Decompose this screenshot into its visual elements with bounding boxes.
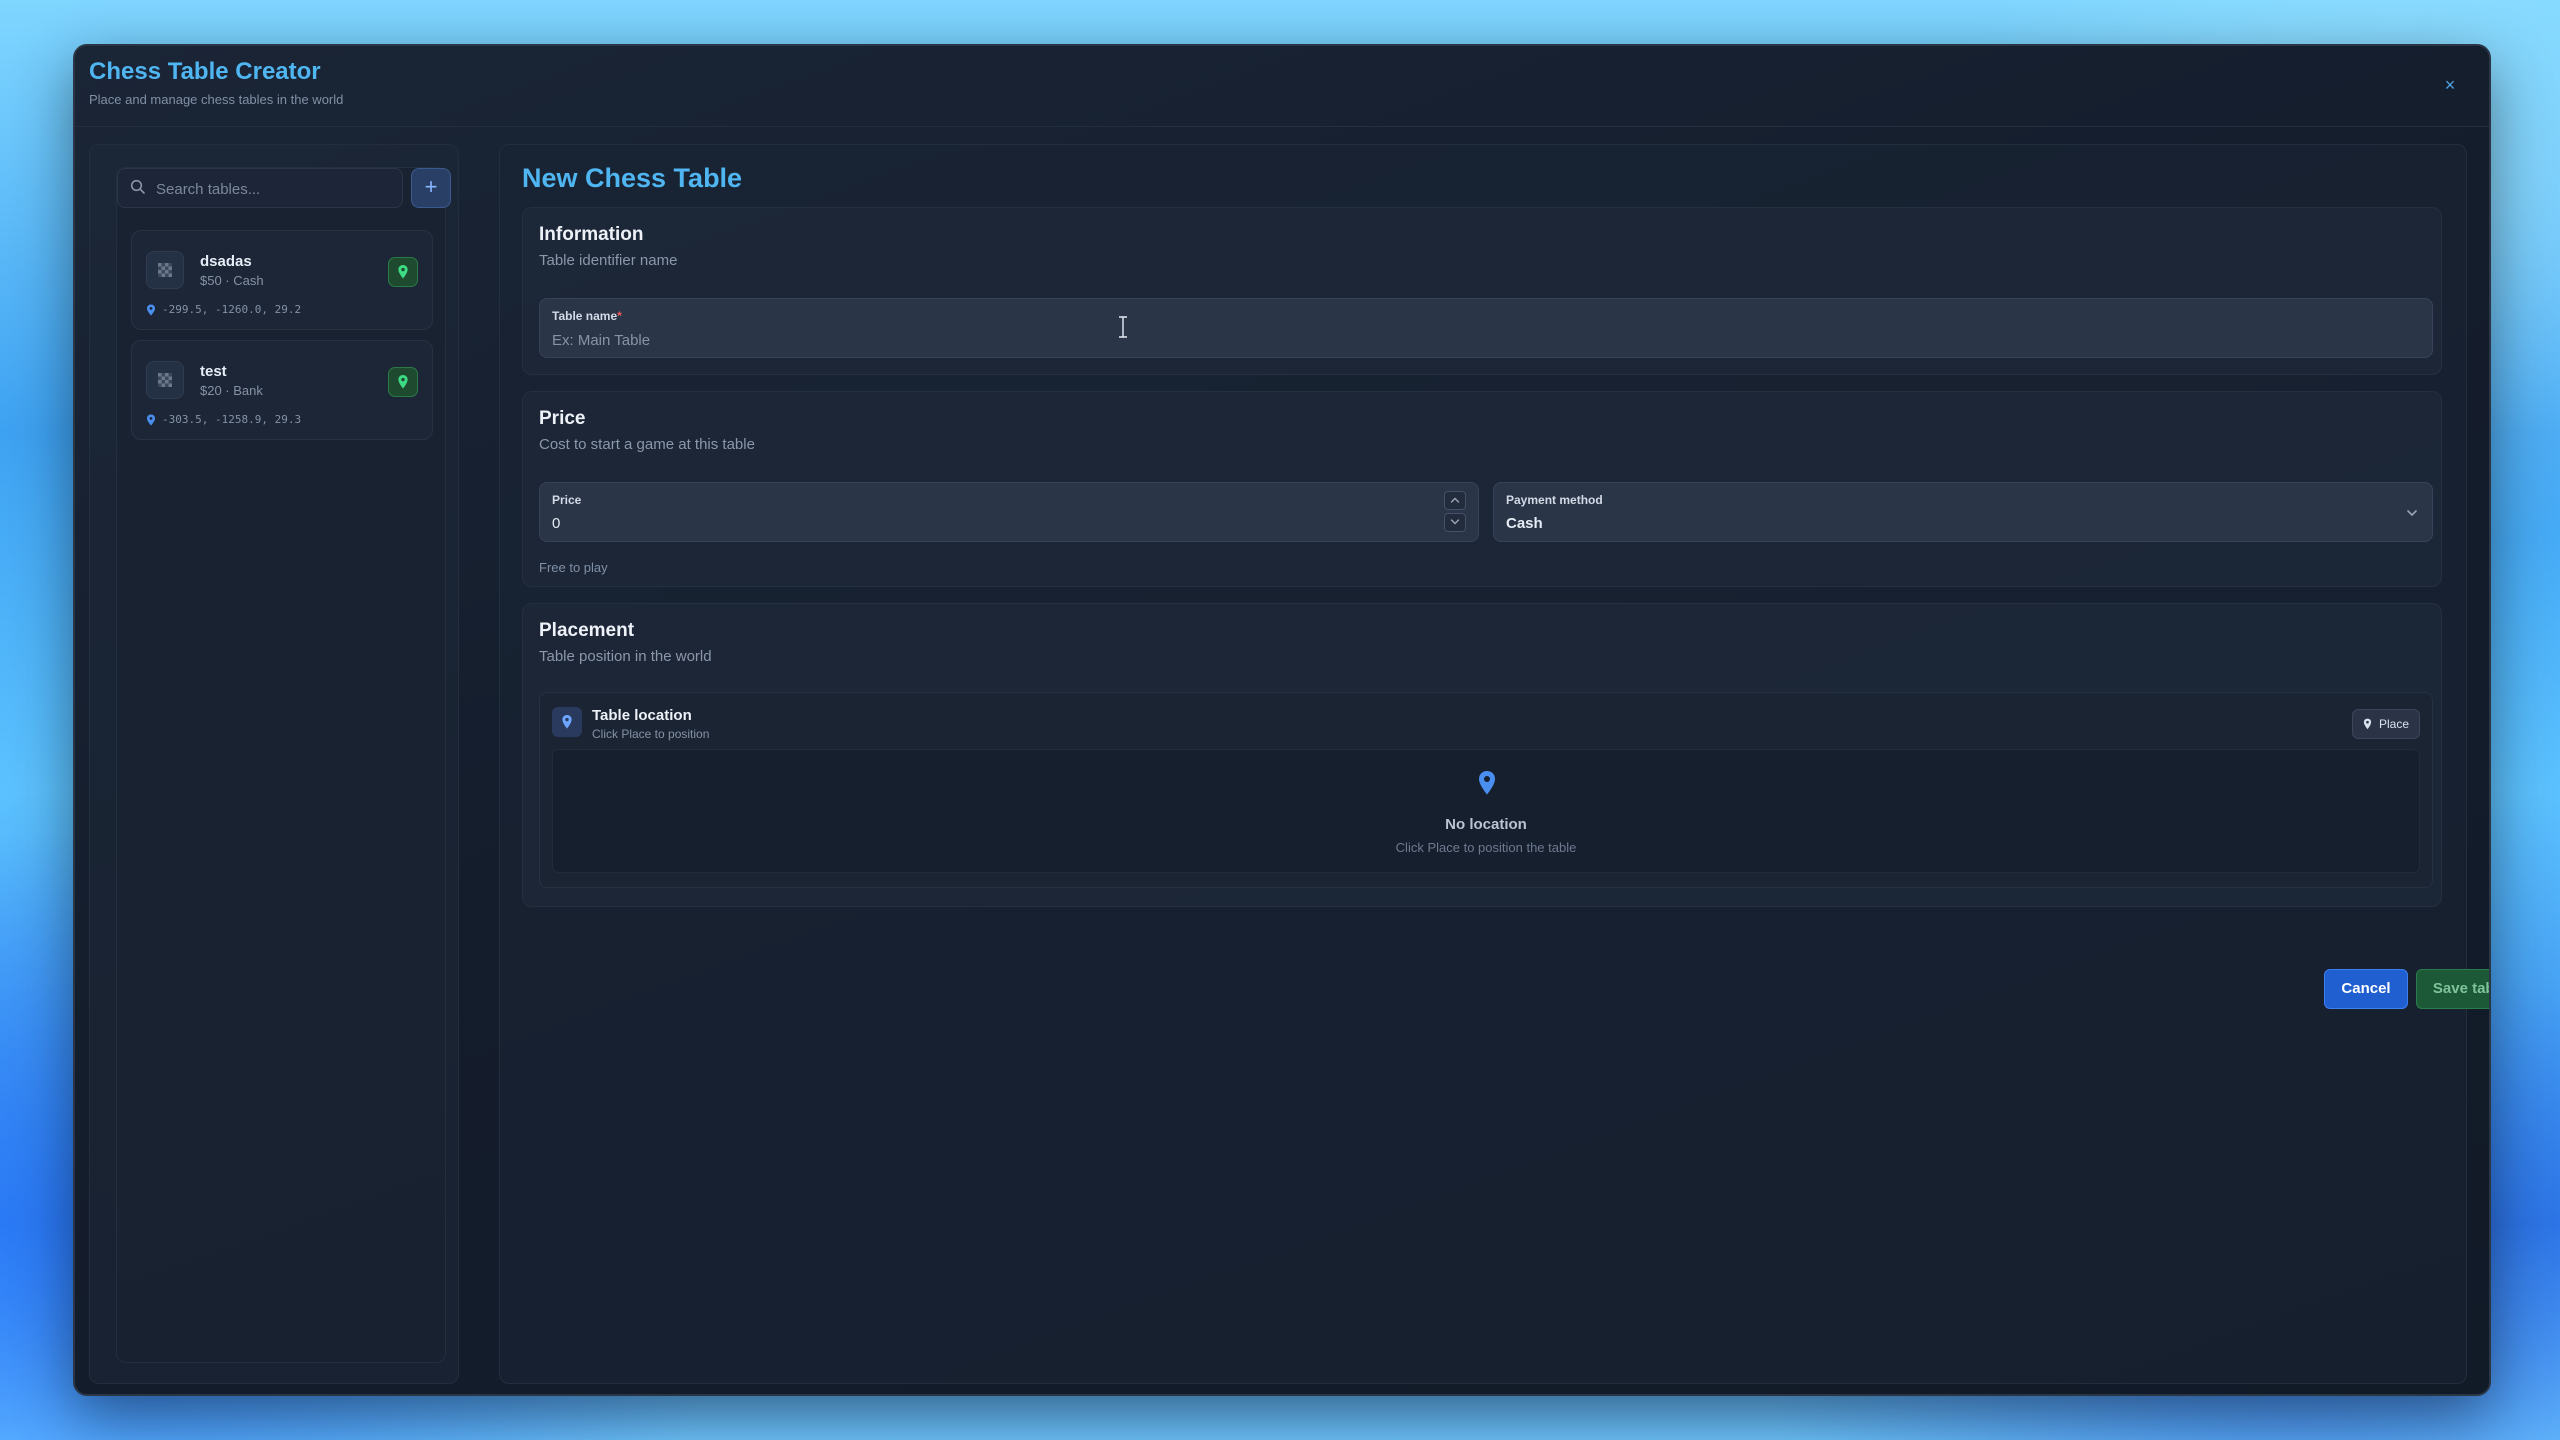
chessboard-icon [146, 251, 184, 289]
app-subtitle: Place and manage chess tables in the wor… [89, 92, 344, 107]
section-description: Table identifier name [539, 252, 678, 269]
price-field[interactable]: Price 0 [539, 482, 1479, 542]
save-table-button[interactable]: Save table [2416, 969, 2489, 1009]
close-icon: × [2444, 75, 2456, 95]
goto-location-button[interactable] [388, 257, 418, 287]
payment-method-value: Cash [1506, 515, 1543, 532]
price-input[interactable]: 0 [552, 515, 560, 532]
table-name-field[interactable]: Table name* [539, 298, 2433, 358]
table-list-panel: + dsadas $50 · Cash [116, 167, 451, 1363]
section-description: Cost to start a game at this table [539, 436, 755, 453]
sidebar: + dsadas $50 · Cash [89, 144, 459, 1384]
information-section: Information Table identifier name Table … [522, 207, 2442, 375]
field-label: Table name* [552, 309, 622, 323]
table-list-item[interactable]: dsadas $50 · Cash -299.5, -1260.0, 29.2 [131, 230, 433, 330]
map-pin-icon [552, 707, 582, 737]
chevron-up-icon[interactable] [1444, 491, 1466, 510]
table-price-method: $50 · Cash [200, 273, 264, 288]
chevron-down-icon [2406, 505, 2418, 523]
location-title: Table location [592, 707, 692, 724]
table-coordinates: -299.5, -1260.0, 29.2 [162, 303, 302, 316]
table-coordinates: -303.5, -1258.9, 29.3 [162, 413, 302, 426]
table-form-panel: New Chess Table Information Table identi… [499, 144, 2489, 1384]
chevron-down-icon[interactable] [1444, 513, 1466, 532]
plus-icon: + [424, 174, 438, 199]
map-pin-icon [1477, 770, 1497, 801]
add-table-button[interactable]: + [411, 168, 451, 208]
close-button[interactable]: × [2437, 72, 2463, 98]
map-pin-icon [146, 413, 156, 431]
table-name: test [200, 363, 227, 380]
place-button-label: Place [2378, 717, 2409, 731]
search-input[interactable] [154, 169, 398, 209]
payment-method-select[interactable]: Payment method Cash [1493, 482, 2433, 542]
location-subtitle: Click Place to position [592, 727, 710, 741]
page-title: New Chess Table [522, 163, 743, 193]
text-cursor-icon [1117, 316, 1129, 338]
field-label: Price [552, 493, 582, 507]
table-name: dsadas [200, 253, 252, 270]
price-section: Price Cost to start a game at this table… [522, 391, 2442, 587]
section-description: Table position in the world [539, 648, 712, 665]
table-location-panel: Table location Click Place to position P… [539, 692, 2433, 888]
table-price-method: $20 · Bank [200, 383, 263, 398]
empty-state-subtitle: Click Place to position the table [1395, 840, 1577, 855]
search-icon [130, 179, 148, 197]
table-list-item[interactable]: test $20 · Bank -303.5, -1258.9, 29.3 [131, 340, 433, 440]
section-title: Information [539, 224, 644, 245]
required-marker: * [617, 309, 622, 323]
empty-state-title: No location [1445, 816, 1527, 833]
placement-section: Placement Table position in the world Ta… [522, 603, 2442, 907]
section-title: Placement [539, 620, 635, 641]
chessboard-icon [146, 361, 184, 399]
location-empty-state: No location Click Place to position the … [552, 749, 2420, 873]
price-helper-text: Free to play [539, 560, 608, 575]
section-title: Price [539, 408, 586, 429]
app-title: Chess Table Creator [89, 58, 321, 85]
search-box[interactable] [117, 168, 403, 209]
price-stepper[interactable] [1444, 491, 1466, 533]
map-pin-icon [146, 303, 156, 321]
window-header: Chess Table Creator Place and manage che… [75, 46, 2489, 127]
field-label: Payment method [1506, 493, 1603, 507]
place-button[interactable]: Place [2351, 709, 2420, 739]
goto-location-button[interactable] [388, 367, 418, 397]
chess-table-creator-window: Chess Table Creator Place and manage che… [73, 44, 2491, 1396]
table-name-input[interactable] [552, 329, 2384, 351]
cancel-button[interactable]: Cancel [2324, 969, 2408, 1009]
